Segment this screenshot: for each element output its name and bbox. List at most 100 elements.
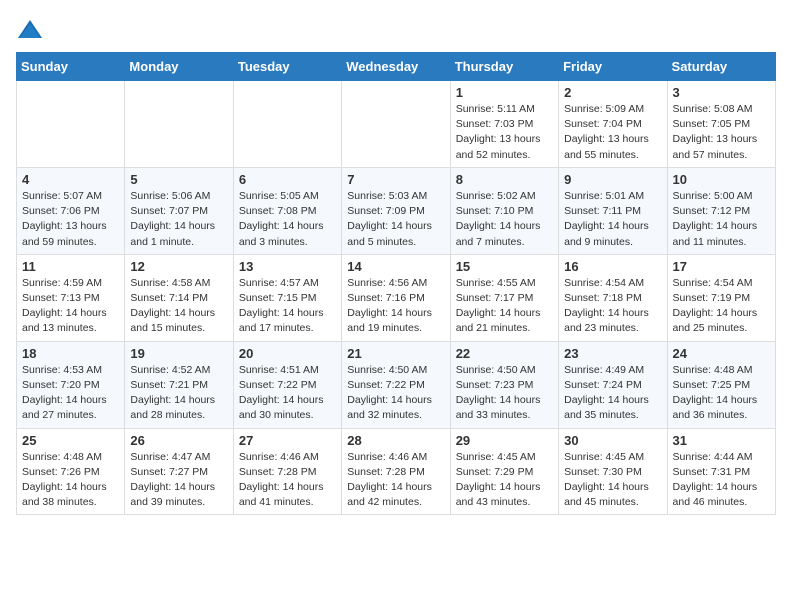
calendar-cell: 25 Sunrise: 4:48 AMSunset: 7:26 PMDayligh… [17, 428, 125, 515]
calendar-cell: 14Sunrise: 4:56 AMSunset: 7:16 PMDayligh… [342, 254, 450, 341]
day-info: Sunrise: 4:55 AMSunset: 7:17 PMDaylight:… [456, 276, 553, 337]
calendar-cell: 13Sunrise: 4:57 AMSunset: 7:15 PMDayligh… [233, 254, 341, 341]
day-number: 28 [347, 433, 444, 448]
calendar-cell: 31Sunrise: 4:44 AMSunset: 7:31 PMDayligh… [667, 428, 775, 515]
calendar-cell: 24 Sunrise: 4:48 AMSunset: 7:25 PMDayligh… [667, 341, 775, 428]
day-number: 31 [673, 433, 770, 448]
calendar-header-monday: Monday [125, 53, 233, 81]
calendar-cell: 27 Sunrise: 4:46 AMSunset: 7:28 PMDayligh… [233, 428, 341, 515]
day-info: Sunrise: 5:01 AMSunset: 7:11 PMDaylight:… [564, 189, 661, 250]
day-number: 24 [673, 346, 770, 361]
day-info: Sunrise: 5:02 AMSunset: 7:10 PMDaylight:… [456, 189, 553, 250]
day-info: Sunrise: 4:48 AMSunset: 7:26 PMDaylight:… [22, 450, 119, 511]
calendar-cell: 10 Sunrise: 5:00 AMSunset: 7:12 PMDayligh… [667, 167, 775, 254]
day-number: 2 [564, 85, 661, 100]
day-number: 21 [347, 346, 444, 361]
day-number: 13 [239, 259, 336, 274]
calendar-cell: 28 Sunrise: 4:46 AMSunset: 7:28 PMDayligh… [342, 428, 450, 515]
calendar-week-2: 4 Sunrise: 5:07 AMSunset: 7:06 PMDaylight… [17, 167, 776, 254]
calendar-week-4: 18 Sunrise: 4:53 AMSunset: 7:20 PMDayligh… [17, 341, 776, 428]
day-info: Sunrise: 4:45 AMSunset: 7:29 PMDaylight:… [456, 450, 553, 511]
day-number: 20 [239, 346, 336, 361]
day-info: Sunrise: 4:47 AMSunset: 7:27 PMDaylight:… [130, 450, 227, 511]
day-number: 15 [456, 259, 553, 274]
day-info: Sunrise: 4:52 AMSunset: 7:21 PMDaylight:… [130, 363, 227, 424]
calendar-cell [125, 81, 233, 168]
day-number: 5 [130, 172, 227, 187]
day-info: Sunrise: 5:05 AMSunset: 7:08 PMDaylight:… [239, 189, 336, 250]
day-number: 9 [564, 172, 661, 187]
day-info: Sunrise: 4:48 AMSunset: 7:25 PMDaylight:… [673, 363, 770, 424]
day-number: 6 [239, 172, 336, 187]
calendar-cell: 17Sunrise: 4:54 AMSunset: 7:19 PMDayligh… [667, 254, 775, 341]
day-info: Sunrise: 5:08 AMSunset: 7:05 PMDaylight:… [673, 102, 770, 163]
day-number: 23 [564, 346, 661, 361]
calendar-header-friday: Friday [559, 53, 667, 81]
calendar-cell: 7Sunrise: 5:03 AMSunset: 7:09 PMDaylight… [342, 167, 450, 254]
day-number: 18 [22, 346, 119, 361]
day-info: Sunrise: 5:09 AMSunset: 7:04 PMDaylight:… [564, 102, 661, 163]
day-number: 14 [347, 259, 444, 274]
day-info: Sunrise: 5:06 AMSunset: 7:07 PMDaylight:… [130, 189, 227, 250]
day-info: Sunrise: 4:46 AMSunset: 7:28 PMDaylight:… [347, 450, 444, 511]
page-header [16, 16, 776, 44]
calendar-cell [342, 81, 450, 168]
day-number: 4 [22, 172, 119, 187]
calendar-header-wednesday: Wednesday [342, 53, 450, 81]
calendar-cell: 22 Sunrise: 4:50 AMSunset: 7:23 PMDayligh… [450, 341, 558, 428]
calendar-cell: 16 Sunrise: 4:54 AMSunset: 7:18 PMDayligh… [559, 254, 667, 341]
day-info: Sunrise: 4:58 AMSunset: 7:14 PMDaylight:… [130, 276, 227, 337]
day-number: 27 [239, 433, 336, 448]
calendar-cell: 11Sunrise: 4:59 AMSunset: 7:13 PMDayligh… [17, 254, 125, 341]
day-number: 3 [673, 85, 770, 100]
calendar-cell [233, 81, 341, 168]
calendar-cell: 3 Sunrise: 5:08 AMSunset: 7:05 PMDaylight… [667, 81, 775, 168]
day-number: 19 [130, 346, 227, 361]
day-number: 10 [673, 172, 770, 187]
calendar-cell: 12Sunrise: 4:58 AMSunset: 7:14 PMDayligh… [125, 254, 233, 341]
calendar-cell: 20 Sunrise: 4:51 AMSunset: 7:22 PMDayligh… [233, 341, 341, 428]
calendar-cell: 4 Sunrise: 5:07 AMSunset: 7:06 PMDaylight… [17, 167, 125, 254]
day-number: 30 [564, 433, 661, 448]
day-number: 25 [22, 433, 119, 448]
calendar-header-row: SundayMondayTuesdayWednesdayThursdayFrid… [17, 53, 776, 81]
day-info: Sunrise: 4:54 AMSunset: 7:18 PMDaylight:… [564, 276, 661, 337]
calendar-header-thursday: Thursday [450, 53, 558, 81]
calendar-cell: 18 Sunrise: 4:53 AMSunset: 7:20 PMDayligh… [17, 341, 125, 428]
day-info: Sunrise: 4:46 AMSunset: 7:28 PMDaylight:… [239, 450, 336, 511]
day-number: 1 [456, 85, 553, 100]
day-info: Sunrise: 4:49 AMSunset: 7:24 PMDaylight:… [564, 363, 661, 424]
calendar-cell: 1 Sunrise: 5:11 AMSunset: 7:03 PMDaylight… [450, 81, 558, 168]
calendar-cell: 21Sunrise: 4:50 AMSunset: 7:22 PMDayligh… [342, 341, 450, 428]
calendar-cell: 8Sunrise: 5:02 AMSunset: 7:10 PMDaylight… [450, 167, 558, 254]
calendar-cell: 19 Sunrise: 4:52 AMSunset: 7:21 PMDayligh… [125, 341, 233, 428]
calendar-header-tuesday: Tuesday [233, 53, 341, 81]
calendar-cell: 30 Sunrise: 4:45 AMSunset: 7:30 PMDayligh… [559, 428, 667, 515]
calendar-cell [17, 81, 125, 168]
day-info: Sunrise: 4:51 AMSunset: 7:22 PMDaylight:… [239, 363, 336, 424]
calendar-header-saturday: Saturday [667, 53, 775, 81]
calendar-cell: 29 Sunrise: 4:45 AMSunset: 7:29 PMDayligh… [450, 428, 558, 515]
day-number: 22 [456, 346, 553, 361]
day-number: 16 [564, 259, 661, 274]
calendar-header-sunday: Sunday [17, 53, 125, 81]
calendar-cell: 2 Sunrise: 5:09 AMSunset: 7:04 PMDaylight… [559, 81, 667, 168]
day-info: Sunrise: 5:03 AMSunset: 7:09 PMDaylight:… [347, 189, 444, 250]
day-info: Sunrise: 4:45 AMSunset: 7:30 PMDaylight:… [564, 450, 661, 511]
day-info: Sunrise: 5:07 AMSunset: 7:06 PMDaylight:… [22, 189, 119, 250]
day-info: Sunrise: 4:54 AMSunset: 7:19 PMDaylight:… [673, 276, 770, 337]
day-info: Sunrise: 5:11 AMSunset: 7:03 PMDaylight:… [456, 102, 553, 163]
calendar-cell: 6 Sunrise: 5:05 AMSunset: 7:08 PMDaylight… [233, 167, 341, 254]
day-info: Sunrise: 4:59 AMSunset: 7:13 PMDaylight:… [22, 276, 119, 337]
calendar-table: SundayMondayTuesdayWednesdayThursdayFrid… [16, 52, 776, 515]
calendar-cell: 15 Sunrise: 4:55 AMSunset: 7:17 PMDayligh… [450, 254, 558, 341]
calendar-cell: 9 Sunrise: 5:01 AMSunset: 7:11 PMDaylight… [559, 167, 667, 254]
day-info: Sunrise: 4:53 AMSunset: 7:20 PMDaylight:… [22, 363, 119, 424]
calendar-cell: 23 Sunrise: 4:49 AMSunset: 7:24 PMDayligh… [559, 341, 667, 428]
day-number: 29 [456, 433, 553, 448]
calendar-week-5: 25 Sunrise: 4:48 AMSunset: 7:26 PMDayligh… [17, 428, 776, 515]
day-info: Sunrise: 5:00 AMSunset: 7:12 PMDaylight:… [673, 189, 770, 250]
calendar-week-1: 1 Sunrise: 5:11 AMSunset: 7:03 PMDaylight… [17, 81, 776, 168]
day-info: Sunrise: 4:50 AMSunset: 7:23 PMDaylight:… [456, 363, 553, 424]
calendar-cell: 26Sunrise: 4:47 AMSunset: 7:27 PMDayligh… [125, 428, 233, 515]
